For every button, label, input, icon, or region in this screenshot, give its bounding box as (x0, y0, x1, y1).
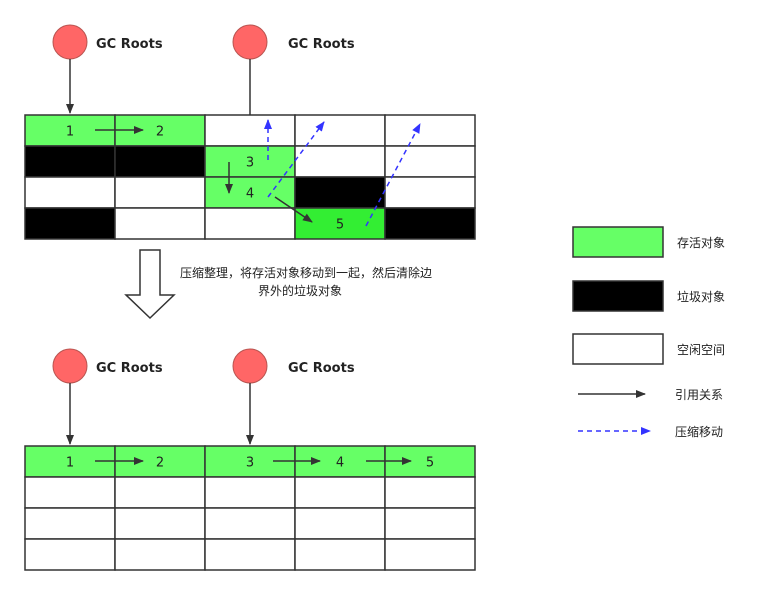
heap-cell-free (384, 176, 476, 209)
legend-swatch-live (572, 226, 664, 258)
gc-root-label: GC Roots (96, 361, 163, 376)
heap-cell-garbage (24, 145, 116, 178)
transition: 压缩整理，将存活对象移动到一起，然后清除边 界外的垃圾对象 (124, 249, 432, 320)
object-label: 5 (336, 218, 344, 233)
heap-cell-free (384, 538, 476, 571)
object-label: 2 (156, 125, 164, 140)
heap-cell-free (384, 145, 476, 178)
heap-cell-free (294, 114, 386, 147)
heap-cell-free (204, 507, 296, 540)
heap-cell-garbage (24, 207, 116, 240)
object-label: 1 (66, 456, 74, 471)
heap-cell-free (24, 507, 116, 540)
heap-cell-garbage (384, 207, 476, 240)
heap-cell-free (114, 476, 206, 509)
heap-cell-free (294, 476, 386, 509)
heap-cell-free (204, 538, 296, 571)
heap-cell-free (384, 476, 476, 509)
legend-label-garbage: 垃圾对象 (677, 289, 725, 304)
heap-cell-free (114, 176, 206, 209)
legend-label-compact-move: 压缩移动 (675, 424, 723, 439)
heap-cell-free (24, 176, 116, 209)
before-section: GC Roots GC Roots 1 2 3 4 5 (24, 24, 476, 240)
heap-grid-after: 1 2 3 4 5 (24, 445, 476, 571)
caption-line-2: 界外的垃圾对象 (258, 283, 342, 298)
heap-cell-free (114, 507, 206, 540)
legend-label-free: 空闲空间 (677, 343, 725, 357)
down-arrow-icon (124, 249, 176, 320)
gc-root-label: GC Roots (288, 361, 355, 376)
heap-cell-garbage (294, 176, 386, 209)
heap-cell-free (294, 538, 386, 571)
heap-cell-free (114, 207, 206, 240)
caption-line-1: 压缩整理，将存活对象移动到一起，然后清除边 (180, 265, 432, 280)
legend-label-reference: 引用关系 (675, 388, 723, 402)
legend-swatch-garbage (572, 280, 664, 312)
gc-root-node (52, 348, 88, 384)
gc-root-node (232, 24, 268, 60)
gc-root-label: GC Roots (96, 37, 163, 52)
object-label: 5 (426, 456, 434, 471)
after-section: GC Roots GC Roots 1 2 3 4 5 (24, 348, 476, 571)
gc-root-label: GC Roots (288, 37, 355, 52)
heap-cell-free (294, 145, 386, 178)
object-label: 2 (156, 456, 164, 471)
heap-cell-free (294, 507, 386, 540)
object-label: 3 (246, 156, 254, 171)
legend: 存活对象 垃圾对象 空闲空间 引用关系 压缩移动 (572, 226, 725, 439)
object-label: 4 (246, 187, 254, 202)
object-label: 3 (246, 456, 254, 471)
object-label: 4 (336, 456, 344, 471)
gc-root-node (52, 24, 88, 60)
heap-grid-before: 1 2 3 4 5 (24, 114, 476, 240)
heap-cell-free (24, 476, 116, 509)
heap-cell-free (384, 114, 476, 147)
heap-cell-free (24, 538, 116, 571)
legend-swatch-free (572, 333, 664, 365)
gc-root-node (232, 348, 268, 384)
heap-cell-free (114, 538, 206, 571)
heap-cell-free (384, 507, 476, 540)
object-label: 1 (66, 125, 74, 140)
legend-label-live: 存活对象 (677, 236, 725, 250)
heap-cell-free (204, 476, 296, 509)
heap-cell-free (204, 207, 296, 240)
heap-cell-garbage (114, 145, 206, 178)
gc-compaction-diagram: GC Roots GC Roots 1 2 3 4 5 压缩整理，将存活对象移动到一起，… (24, 24, 725, 571)
heap-cell-free (204, 114, 296, 147)
